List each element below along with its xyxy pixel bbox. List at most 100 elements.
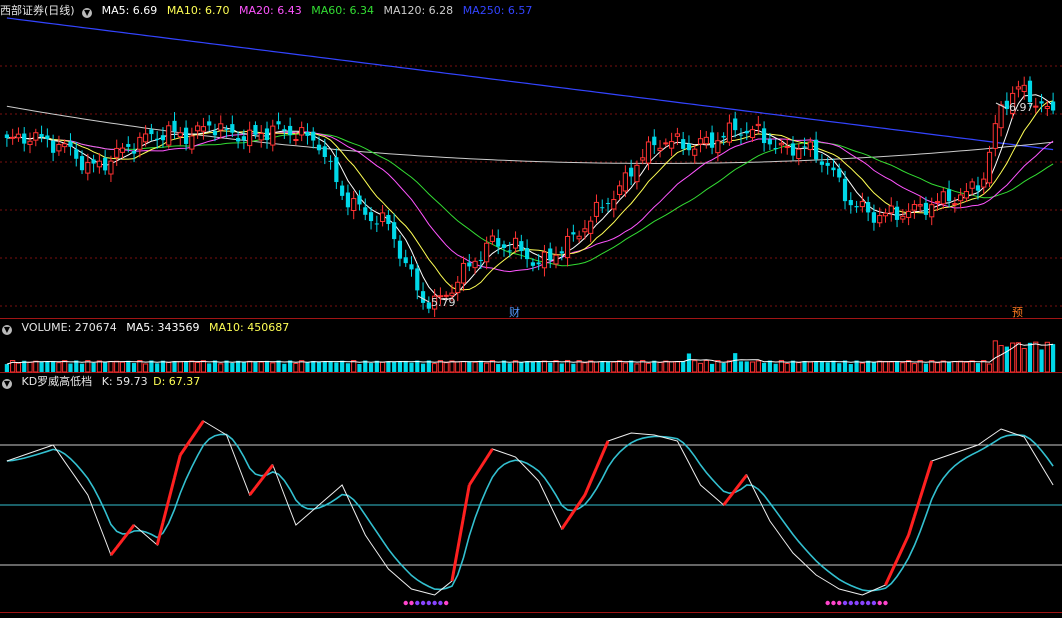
- volume-bar: [409, 362, 414, 372]
- candle-body: [10, 136, 16, 139]
- candle-body: [963, 191, 969, 199]
- stock-chart[interactable]: [0, 0, 1062, 618]
- kd-d-line: [6, 433, 1054, 592]
- candle-body: [866, 202, 871, 213]
- candle-body: [692, 148, 698, 156]
- volume-bar: [866, 360, 871, 372]
- volume-bar: [56, 362, 62, 373]
- candle-body: [697, 138, 704, 145]
- kd-strong-segment: [889, 559, 899, 574]
- volume-bar: [582, 362, 588, 373]
- volume-bar: [553, 360, 559, 373]
- candle-body: [183, 127, 189, 144]
- volume-bar: [507, 363, 512, 372]
- candle-body: [409, 264, 414, 270]
- candle-body: [1021, 84, 1027, 92]
- kd-strong-segment: [109, 546, 118, 556]
- ma60-label: MA60: 6.34: [311, 4, 374, 17]
- kd-strong-segment: [589, 467, 598, 483]
- volume-bar: [340, 360, 345, 372]
- kd-oversold-dot: [837, 600, 842, 606]
- volume-label: VOLUME: 270674: [21, 321, 117, 334]
- candle-body: [877, 215, 883, 224]
- candle-body: [986, 151, 993, 184]
- volume-bar: [478, 360, 483, 372]
- volume-bar: [1051, 344, 1056, 372]
- volume-bar: [762, 362, 767, 372]
- candle-body: [640, 157, 646, 161]
- volume-bar: [305, 362, 310, 372]
- candle-body: [837, 168, 842, 178]
- volume-bar: [1044, 341, 1050, 373]
- volume-bar: [934, 362, 941, 373]
- volume-bar: [380, 361, 386, 373]
- volume-bar: [15, 362, 22, 373]
- stock-title[interactable]: 西部证券(日线): [0, 4, 75, 17]
- kd-strong-segment: [722, 496, 731, 506]
- volume-bar: [871, 362, 877, 372]
- volume-bar: [657, 361, 663, 373]
- candle-body: [172, 120, 177, 132]
- volume-bar: [230, 362, 235, 372]
- volume-bar: [697, 362, 704, 373]
- candle-body: [386, 214, 391, 225]
- volume-bar: [258, 361, 264, 373]
- candle-body: [270, 125, 276, 146]
- volume-bar: [155, 363, 160, 372]
- candle-body: [611, 199, 617, 210]
- volume-bar: [443, 362, 449, 373]
- volume-ma5-label: MA5: 343569: [126, 321, 200, 334]
- candle-body: [848, 200, 853, 206]
- volume-bar: [634, 363, 640, 373]
- volume-bar: [807, 361, 813, 373]
- ma120-line: [6, 105, 1054, 164]
- volume-bar: [108, 360, 114, 373]
- volume-bar: [1021, 348, 1027, 373]
- volume-bar: [374, 360, 379, 372]
- candle-body: [484, 242, 490, 263]
- candle-body: [334, 157, 339, 183]
- financial-report-marker[interactable]: 财: [509, 304, 520, 320]
- volume-bar: [334, 362, 339, 372]
- volume-bar: [368, 363, 374, 372]
- chevron-down-icon[interactable]: ▼: [2, 325, 12, 335]
- candle-body: [998, 104, 1004, 129]
- candle-body: [96, 160, 102, 168]
- volume-bar: [432, 363, 438, 373]
- volume-bar: [218, 363, 224, 373]
- candle-body: [657, 147, 663, 151]
- volume-bar: [449, 360, 455, 373]
- volume-bar: [62, 360, 68, 373]
- volume-bar: [900, 362, 906, 373]
- candle-body: [288, 125, 293, 136]
- chevron-down-icon[interactable]: ▼: [2, 379, 12, 389]
- candle-body: [189, 135, 195, 150]
- volume-bar: [906, 360, 912, 373]
- volume-bar: [796, 362, 802, 373]
- candle-body: [496, 238, 501, 247]
- volume-bar: [726, 360, 733, 373]
- kd-strong-segment: [918, 479, 928, 499]
- chevron-down-icon[interactable]: ▼: [82, 8, 93, 18]
- kd-d-label: D: 67.37: [153, 375, 201, 388]
- candle-body: [571, 232, 576, 235]
- volume-bar: [703, 359, 709, 373]
- volume-bar: [831, 360, 836, 372]
- candle-body: [489, 235, 496, 242]
- volume-bar: [166, 361, 172, 373]
- kd-oversold-dot: [432, 600, 437, 606]
- kd-strong-segment: [907, 516, 916, 536]
- candle-body: [247, 129, 253, 147]
- candle-body: [645, 141, 652, 164]
- ma250-label: MA250: 6.57: [462, 4, 533, 17]
- volume-bar: [484, 362, 490, 373]
- volume-bar: [773, 363, 778, 372]
- volume-bar: [669, 361, 675, 373]
- kd-strong-segment: [485, 448, 494, 459]
- candle-body: [525, 248, 530, 260]
- kd-indicator-name[interactable]: KD罗威高低档: [22, 375, 93, 388]
- kd-strong-segment: [473, 466, 483, 477]
- candle-body: [363, 207, 368, 215]
- candle-body: [62, 143, 68, 148]
- forecast-marker[interactable]: 预: [1012, 304, 1023, 320]
